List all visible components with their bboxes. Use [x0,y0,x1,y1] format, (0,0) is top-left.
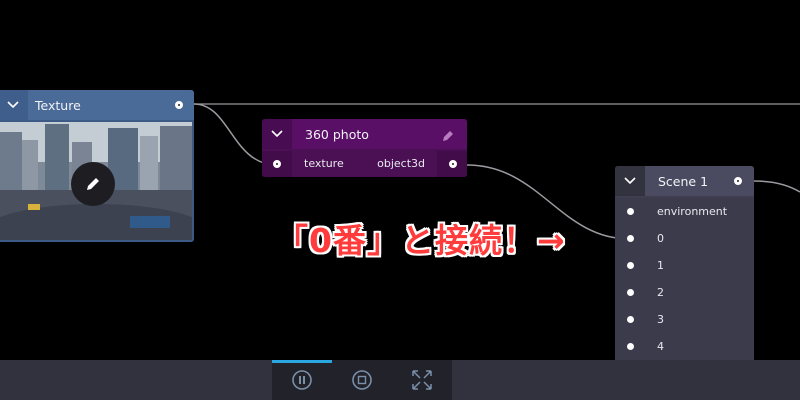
input-label: 3 [657,313,664,326]
input-port[interactable] [615,279,645,306]
scene-input-row[interactable]: 3 [615,306,754,333]
input-label: environment [657,205,728,218]
input-port[interactable] [615,198,645,225]
collapse-chevron-icon[interactable] [0,90,28,120]
annotation-text: 「0番」と接続！→ [275,221,566,260]
output-port[interactable] [734,177,742,185]
input-port[interactable] [615,225,645,252]
photo-node-header[interactable]: 360 photo [262,119,467,149]
input-label: 4 [657,340,664,353]
pause-button[interactable] [272,360,332,400]
expand-icon [412,370,432,390]
texture-node-header[interactable]: Texture [0,90,194,120]
input-label: texture [304,157,344,170]
pause-icon [292,370,312,390]
input-label: 1 [657,259,664,272]
stop-button[interactable] [332,360,392,400]
edit-texture-button[interactable] [71,162,115,206]
input-label: 2 [657,286,664,299]
input-port[interactable] [615,252,645,279]
playback-controls [272,360,452,400]
photo-node-ports: texture object3d [262,151,467,177]
scene-input-list: environment 0 1 2 3 4 [615,198,754,360]
object3d-output-port[interactable] [437,151,467,177]
node-title: Texture [35,97,81,113]
node-title: 360 photo [305,126,369,142]
output-port[interactable] [175,101,183,109]
output-label: object3d [377,157,425,170]
node-editor-canvas[interactable]: Texture 360 photo texture object3d Scene… [0,0,800,360]
scene-input-row[interactable]: 2 [615,279,754,306]
pencil-icon[interactable] [442,127,455,146]
node-title: Scene 1 [658,173,709,189]
pencil-icon [87,178,99,190]
scene-node[interactable]: Scene 1 environment 0 1 2 3 4 [615,166,754,360]
collapse-chevron-icon[interactable] [615,166,645,196]
scene-input-row[interactable]: environment [615,198,754,225]
wire-scene-out [753,180,800,193]
scene-input-row[interactable]: 1 [615,252,754,279]
stop-icon [352,370,372,390]
collapse-chevron-icon[interactable] [262,119,292,149]
texture-input-port[interactable] [262,151,292,177]
scene-input-row[interactable]: 0 [615,225,754,252]
photo-360-node[interactable]: 360 photo texture object3d [262,119,467,177]
input-port[interactable] [615,306,645,333]
input-label: 0 [657,232,664,245]
input-port[interactable] [615,333,645,360]
active-indicator [272,360,332,363]
scene-input-row[interactable]: 4 [615,333,754,360]
fullscreen-button[interactable] [392,360,452,400]
